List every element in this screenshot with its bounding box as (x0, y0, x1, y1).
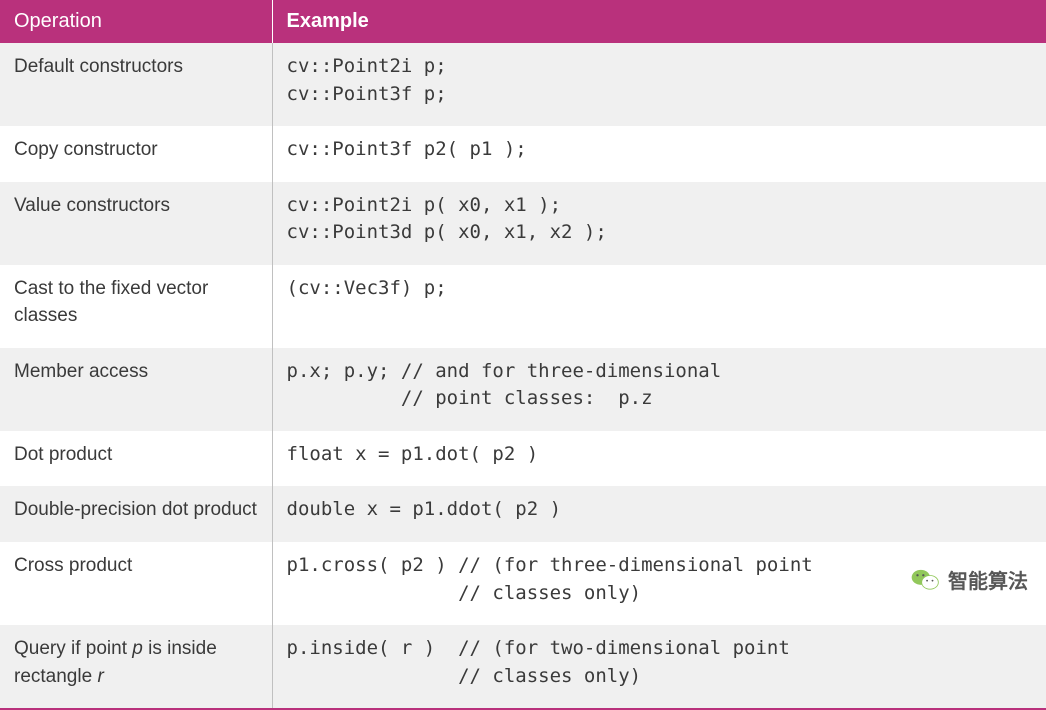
example-cell: double x = p1.ddot( p2 ) (272, 486, 1046, 542)
header-example: Example (272, 0, 1046, 43)
watermark: 智能算法 (910, 564, 1028, 594)
table-row: Cast to the fixed vector classes(cv::Vec… (0, 265, 1046, 348)
table-body: Default constructorscv::Point2i p; cv::P… (0, 43, 1046, 709)
example-cell: (cv::Vec3f) p; (272, 265, 1046, 348)
example-cell: cv::Point2i p; cv::Point3f p; (272, 43, 1046, 126)
operation-cell: Member access (0, 348, 272, 431)
operation-cell: Copy constructor (0, 126, 272, 182)
example-cell: cv::Point3f p2( p1 ); (272, 126, 1046, 182)
table-row: Member accessp.x; p.y; // and for three-… (0, 348, 1046, 431)
example-cell: cv::Point2i p( x0, x1 ); cv::Point3d p( … (272, 182, 1046, 265)
wechat-icon (910, 564, 940, 594)
operation-cell: Value constructors (0, 182, 272, 265)
table-row: Default constructorscv::Point2i p; cv::P… (0, 43, 1046, 126)
example-cell: p.inside( r ) // (for two-dimensional po… (272, 625, 1046, 709)
table-row: Dot productfloat x = p1.dot( p2 ) (0, 431, 1046, 487)
operation-cell: Query if point p is inside rectangle r (0, 625, 272, 709)
table-row: Query if point p is inside rectangle rp.… (0, 625, 1046, 709)
operations-table: Operation Example Default constructorscv… (0, 0, 1046, 710)
example-cell: p.x; p.y; // and for three-dimensional /… (272, 348, 1046, 431)
operation-cell: Default constructors (0, 43, 272, 126)
operation-cell: Dot product (0, 431, 272, 487)
watermark-text: 智能算法 (948, 565, 1028, 594)
table-row: Value constructorscv::Point2i p( x0, x1 … (0, 182, 1046, 265)
header-operation: Operation (0, 0, 272, 43)
operation-cell: Double-precision dot product (0, 486, 272, 542)
table-row: Double-precision dot productdouble x = p… (0, 486, 1046, 542)
operation-cell: Cross product (0, 542, 272, 625)
example-cell: float x = p1.dot( p2 ) (272, 431, 1046, 487)
table-row: Cross productp1.cross( p2 ) // (for thre… (0, 542, 1046, 625)
table-row: Copy constructorcv::Point3f p2( p1 ); (0, 126, 1046, 182)
operation-cell: Cast to the fixed vector classes (0, 265, 272, 348)
table-header-row: Operation Example (0, 0, 1046, 43)
